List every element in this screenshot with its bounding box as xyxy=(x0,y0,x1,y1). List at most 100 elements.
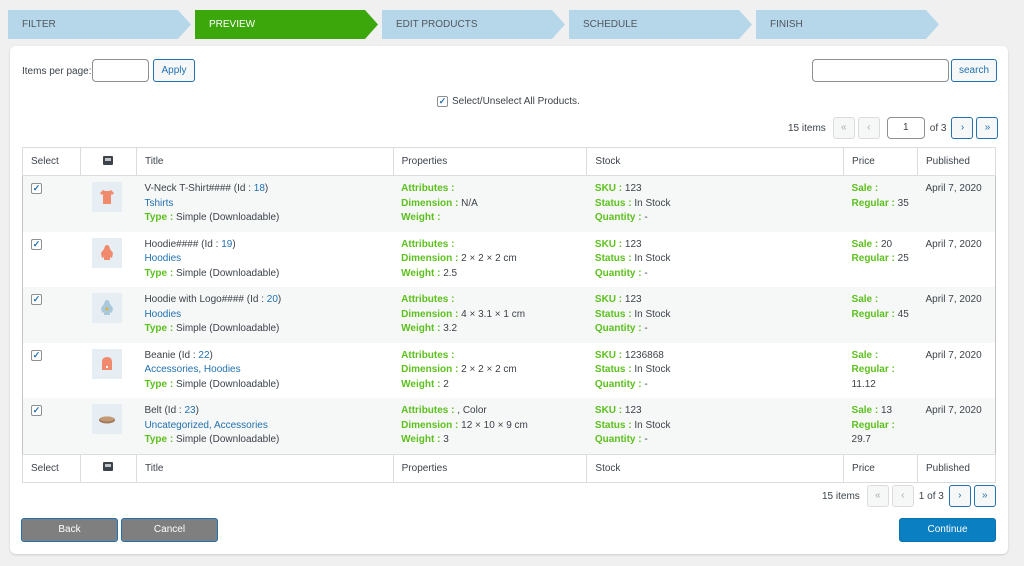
attributes-label: Attributes : xyxy=(401,349,455,361)
next-page-button[interactable]: › xyxy=(948,485,971,507)
product-thumbnail[interactable] xyxy=(92,237,123,268)
weight-label: Weight : xyxy=(401,378,441,390)
dimension-label: Dimension : xyxy=(401,419,459,431)
search-button[interactable]: search xyxy=(951,59,997,82)
published-cell: April 7, 2020 xyxy=(917,398,996,454)
next-page-button[interactable]: › xyxy=(951,117,974,139)
published-cell: April 7, 2020 xyxy=(917,231,996,287)
items-count: 15 items xyxy=(822,490,860,502)
step-filter[interactable]: FILTER xyxy=(8,10,191,39)
stock-cell: SKU : 1236868 Status : In Stock Quantity… xyxy=(586,342,844,398)
weight-label: Weight : xyxy=(401,267,441,279)
select-all[interactable]: ✓ Select/Unselect All Products. xyxy=(437,96,580,107)
product-thumbnail[interactable] xyxy=(92,293,123,323)
regular-value: 25 xyxy=(897,253,909,264)
dimension-value: 12 × 10 × 9 cm xyxy=(461,419,528,431)
quantity-label: Quantity : xyxy=(594,378,642,390)
product-thumbnail[interactable] xyxy=(92,404,123,434)
regular-value: 11.12 xyxy=(851,378,876,390)
published-date: April 7, 2020 xyxy=(925,405,982,416)
status-value: In Stock xyxy=(634,253,671,264)
step-edit-products[interactable]: EDIT PRODUCTS xyxy=(382,10,565,39)
id-label: Id : xyxy=(167,405,182,416)
product-id-link[interactable]: 20 xyxy=(267,294,278,305)
step-label: SCHEDULE xyxy=(583,19,638,30)
sku-label: SKU : xyxy=(594,183,623,194)
prev-page-button[interactable]: ‹ xyxy=(857,117,880,139)
step-preview[interactable]: PREVIEW xyxy=(195,10,378,39)
last-page-button[interactable]: » xyxy=(976,117,999,139)
product-id-link[interactable]: 19 xyxy=(221,239,232,250)
step-finish[interactable]: FINISH xyxy=(756,10,939,39)
select-all-label: Select/Unselect All Products. xyxy=(452,96,580,107)
sku-label: SKU : xyxy=(594,405,623,416)
dimension-label: Dimension : xyxy=(401,253,459,264)
table-row: ✓ Hoodie with Logo#### (Id : 20) Hoodies… xyxy=(22,287,996,343)
select-cell: ✓ xyxy=(22,175,81,232)
sku-value: 123 xyxy=(624,405,642,416)
status-label: Status : xyxy=(594,364,632,375)
row-checkbox[interactable]: ✓ xyxy=(31,294,42,305)
check-icon: ✓ xyxy=(32,238,41,249)
properties-cell: Attributes : Dimension : 2 × 2 × 2 cm We… xyxy=(393,231,587,287)
product-categories[interactable]: Uncategorized, Accessories xyxy=(144,419,385,434)
dimension-value: 2 × 2 × 2 cm xyxy=(461,253,517,264)
attributes-label: Attributes : xyxy=(401,294,455,305)
current-page-input[interactable]: 1 xyxy=(886,117,925,139)
regular-value: 35 xyxy=(897,197,909,209)
check-icon: ✓ xyxy=(32,405,41,415)
first-page-button[interactable]: « xyxy=(866,485,889,507)
products-table: Select Title Properties Stock Price Publ… xyxy=(22,147,997,483)
items-per-page-input[interactable] xyxy=(92,59,149,82)
col-properties: Properties xyxy=(392,453,588,483)
table-row: ✓ Beanie (Id : 22) Accessories, Hoodies … xyxy=(22,342,996,398)
product-id-link[interactable]: 23 xyxy=(184,405,195,416)
product-categories[interactable]: Accessories, Hoodies xyxy=(144,363,385,378)
prev-page-button[interactable]: ‹ xyxy=(891,485,914,507)
stock-cell: SKU : 123 Status : In Stock Quantity : - xyxy=(586,287,844,343)
col-select: Select xyxy=(22,453,81,483)
product-id-link[interactable]: 18 xyxy=(254,183,265,194)
row-checkbox[interactable]: ✓ xyxy=(31,183,42,194)
quantity-value: - xyxy=(644,212,648,223)
col-published: Published xyxy=(916,147,997,176)
first-page-button[interactable]: « xyxy=(832,117,855,139)
product-type: Simple (Downloadable) xyxy=(175,323,280,334)
published-date: April 7, 2020 xyxy=(925,349,982,361)
weight-value: 3 xyxy=(443,434,449,445)
product-thumbnail[interactable] xyxy=(92,182,123,212)
status-value: In Stock xyxy=(634,419,671,431)
row-checkbox[interactable]: ✓ xyxy=(31,238,42,250)
apply-button[interactable]: Apply xyxy=(153,59,195,82)
back-button[interactable]: Back xyxy=(21,518,118,542)
product-categories[interactable]: Hoodies xyxy=(144,308,385,323)
cancel-button[interactable]: Cancel xyxy=(121,518,218,542)
status-value: In Stock xyxy=(634,308,671,320)
step-schedule[interactable]: SCHEDULE xyxy=(569,10,752,39)
dimension-label: Dimension : xyxy=(401,197,459,209)
status-value: In Stock xyxy=(634,364,671,375)
row-checkbox[interactable]: ✓ xyxy=(31,349,42,361)
row-checkbox[interactable]: ✓ xyxy=(31,405,42,416)
dimension-label: Dimension : xyxy=(401,364,459,375)
product-id-link[interactable]: 22 xyxy=(198,350,209,361)
sku-value: 123 xyxy=(624,183,642,194)
title-cell: Beanie (Id : 22) Accessories, Hoodies Ty… xyxy=(136,342,394,398)
product-categories[interactable]: Hoodies xyxy=(144,252,385,267)
product-categories[interactable]: Tshirts xyxy=(144,197,385,212)
product-name: Hoodie with Logo#### xyxy=(144,294,244,305)
product-type: Simple (Downloadable) xyxy=(175,434,280,445)
continue-button[interactable]: Continue xyxy=(899,518,996,542)
title-cell: Hoodie with Logo#### (Id : 20) Hoodies T… xyxy=(136,287,394,343)
properties-cell: Attributes : Dimension : 2 × 2 × 2 cm We… xyxy=(393,342,587,398)
published-date: April 7, 2020 xyxy=(925,238,982,250)
select-all-checkbox[interactable]: ✓ xyxy=(437,96,448,107)
product-thumbnail[interactable] xyxy=(92,348,123,379)
table-row: ✓ Hoodie#### (Id : 19) Hoodies Type : Si… xyxy=(22,231,996,287)
quantity-value: - xyxy=(644,323,648,334)
status-label: Status : xyxy=(594,197,632,209)
sku-value: 123 xyxy=(624,238,642,250)
tshirt-icon xyxy=(100,190,115,204)
last-page-button[interactable]: » xyxy=(973,485,996,507)
search-input[interactable] xyxy=(812,59,949,82)
